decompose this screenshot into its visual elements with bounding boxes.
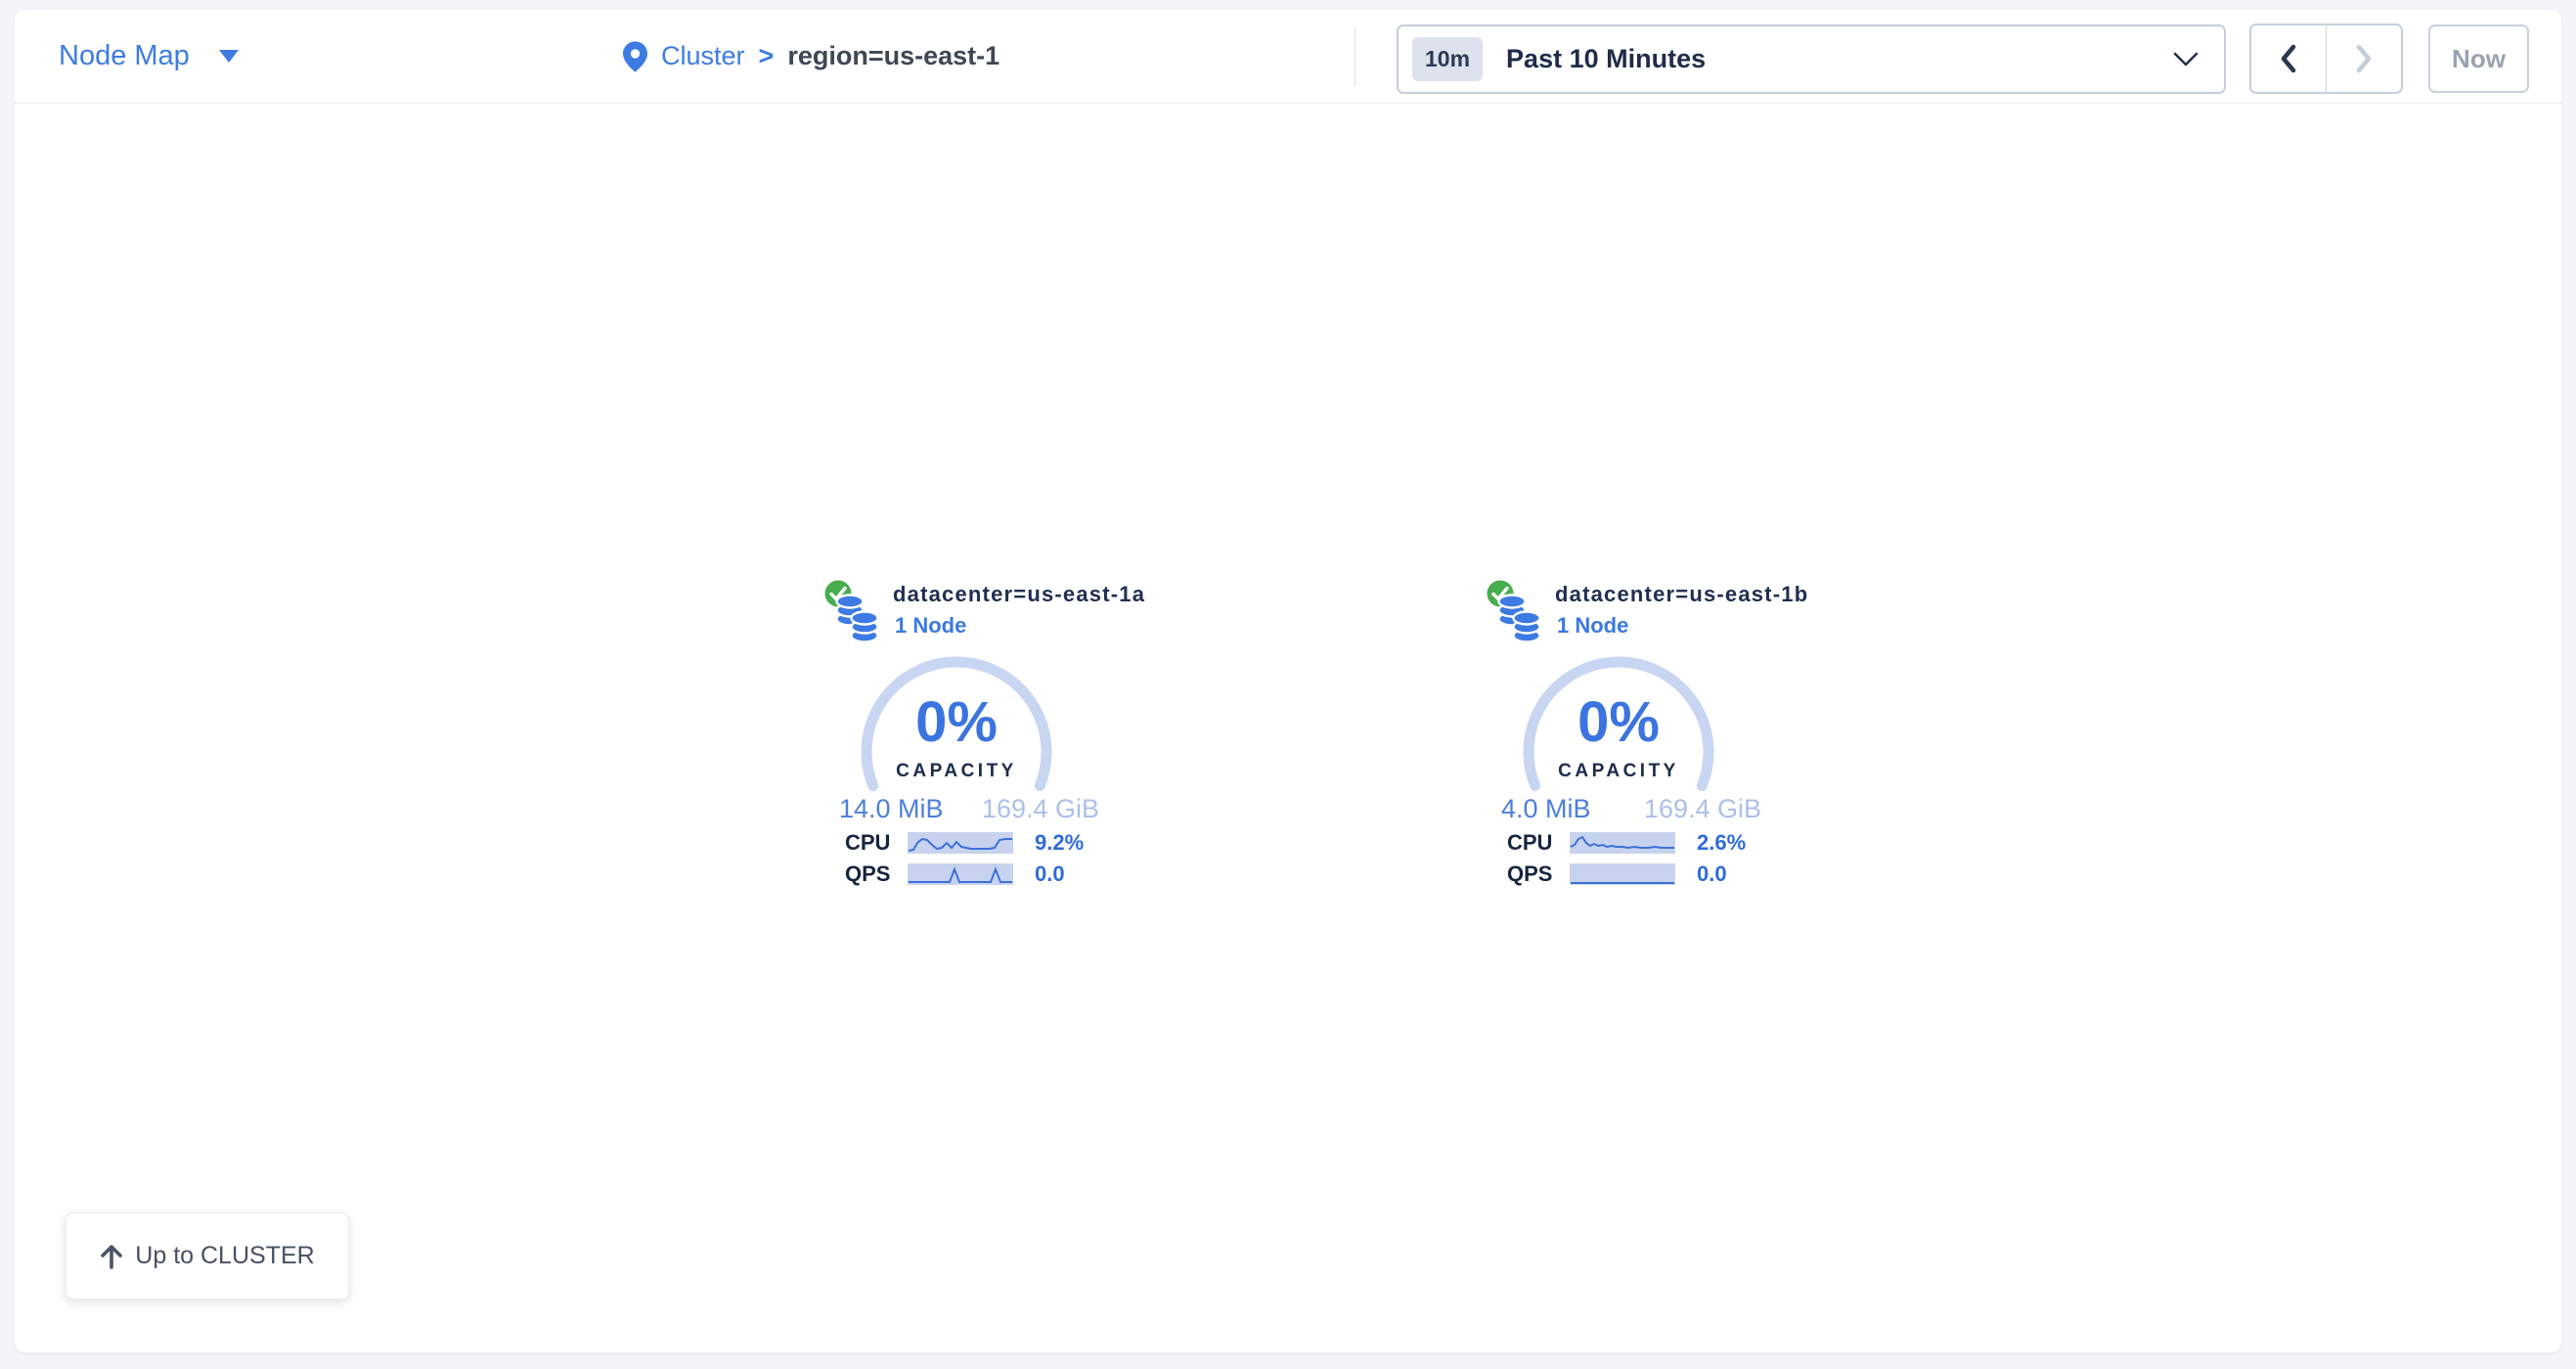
time-range-badge: 10m [1412,37,1483,81]
cpu-label: CPU [845,830,900,856]
breadcrumb-cluster-link[interactable]: Cluster [661,41,745,71]
time-stepper [2249,23,2403,94]
datacenter-card-us-east-1a[interactable]: datacenter=us-east-1a 1 Node 0% CAPACITY… [822,572,1146,899]
map-area: datacenter=us-east-1a 1 Node 0% CAPACITY… [15,104,2561,1352]
capacity-total-value: 169.4 GiB [1644,794,1761,824]
capacity-used-value: 4.0 MiB [1501,794,1591,824]
datacenter-node-count: 1 Node [895,613,966,639]
datacenter-title: datacenter=us-east-1a [893,582,1145,607]
time-step-back-button[interactable] [2251,25,2327,92]
qps-metric-row: QPS 0.0 [1507,861,1800,887]
capacity-gauge-label: CAPACITY [1520,761,1717,782]
up-to-cluster-label: Up to CLUSTER [135,1242,314,1270]
capacity-used-value: 14.0 MiB [839,794,944,824]
datacenter-card-us-east-1b[interactable]: datacenter=us-east-1b 1 Node 0% CAPACITY… [1484,572,1808,899]
time-range-label: Past 10 Minutes [1506,44,2173,74]
capacity-percent: 0% [1520,694,1717,751]
breadcrumb-separator: > [759,41,775,71]
chevron-left-icon [2280,44,2297,73]
cpu-metric-row: CPU 9.2% [845,830,1138,856]
capacity-values-row: 4.0 MiB 169.4 GiB [1501,794,1761,824]
capacity-percent: 0% [858,694,1055,751]
qps-label: QPS [1507,861,1562,887]
capacity-total-value: 169.4 GiB [982,794,1099,824]
qps-metric-row: QPS 0.0 [845,861,1138,887]
datacenter-title: datacenter=us-east-1b [1555,582,1808,607]
cpu-sparkline [1570,832,1675,854]
qps-value: 0.0 [1697,861,1727,887]
node-map-page: Node Map Cluster > region=us-east-1 10m … [0,0,2576,1369]
chevron-down-icon [2173,52,2198,67]
qps-label: QPS [845,861,900,887]
breadcrumb-current: region=us-east-1 [787,41,999,71]
up-to-cluster-button[interactable]: Up to CLUSTER [66,1213,349,1300]
database-icon [834,594,881,644]
arrow-up-icon [100,1243,123,1269]
datacenter-node-count: 1 Node [1557,613,1628,639]
qps-value: 0.0 [1035,861,1065,887]
view-selector-label: Node Map [59,40,190,72]
chevron-right-icon [2355,44,2373,73]
map-pin-icon [623,41,647,72]
database-icon [1496,594,1543,644]
breadcrumb: Cluster > region=us-east-1 [623,10,999,103]
view-selector-dropdown[interactable]: Node Map [59,10,239,103]
time-step-forward-button[interactable] [2327,25,2401,92]
cpu-metric-row: CPU 2.6% [1507,830,1800,856]
capacity-values-row: 14.0 MiB 169.4 GiB [839,794,1099,824]
now-button[interactable]: Now [2428,24,2529,93]
qps-sparkline [1570,863,1675,885]
header: Node Map Cluster > region=us-east-1 10m … [15,10,2561,104]
cpu-sparkline [908,832,1013,854]
cpu-label: CPU [1507,830,1562,856]
cpu-value: 9.2% [1035,830,1084,856]
main-panel: Node Map Cluster > region=us-east-1 10m … [15,10,2561,1352]
capacity-gauge-label: CAPACITY [858,761,1055,782]
cpu-value: 2.6% [1697,830,1746,856]
caret-down-icon [219,50,239,63]
qps-sparkline [908,863,1013,885]
time-range-dropdown[interactable]: 10m Past 10 Minutes [1397,24,2226,94]
